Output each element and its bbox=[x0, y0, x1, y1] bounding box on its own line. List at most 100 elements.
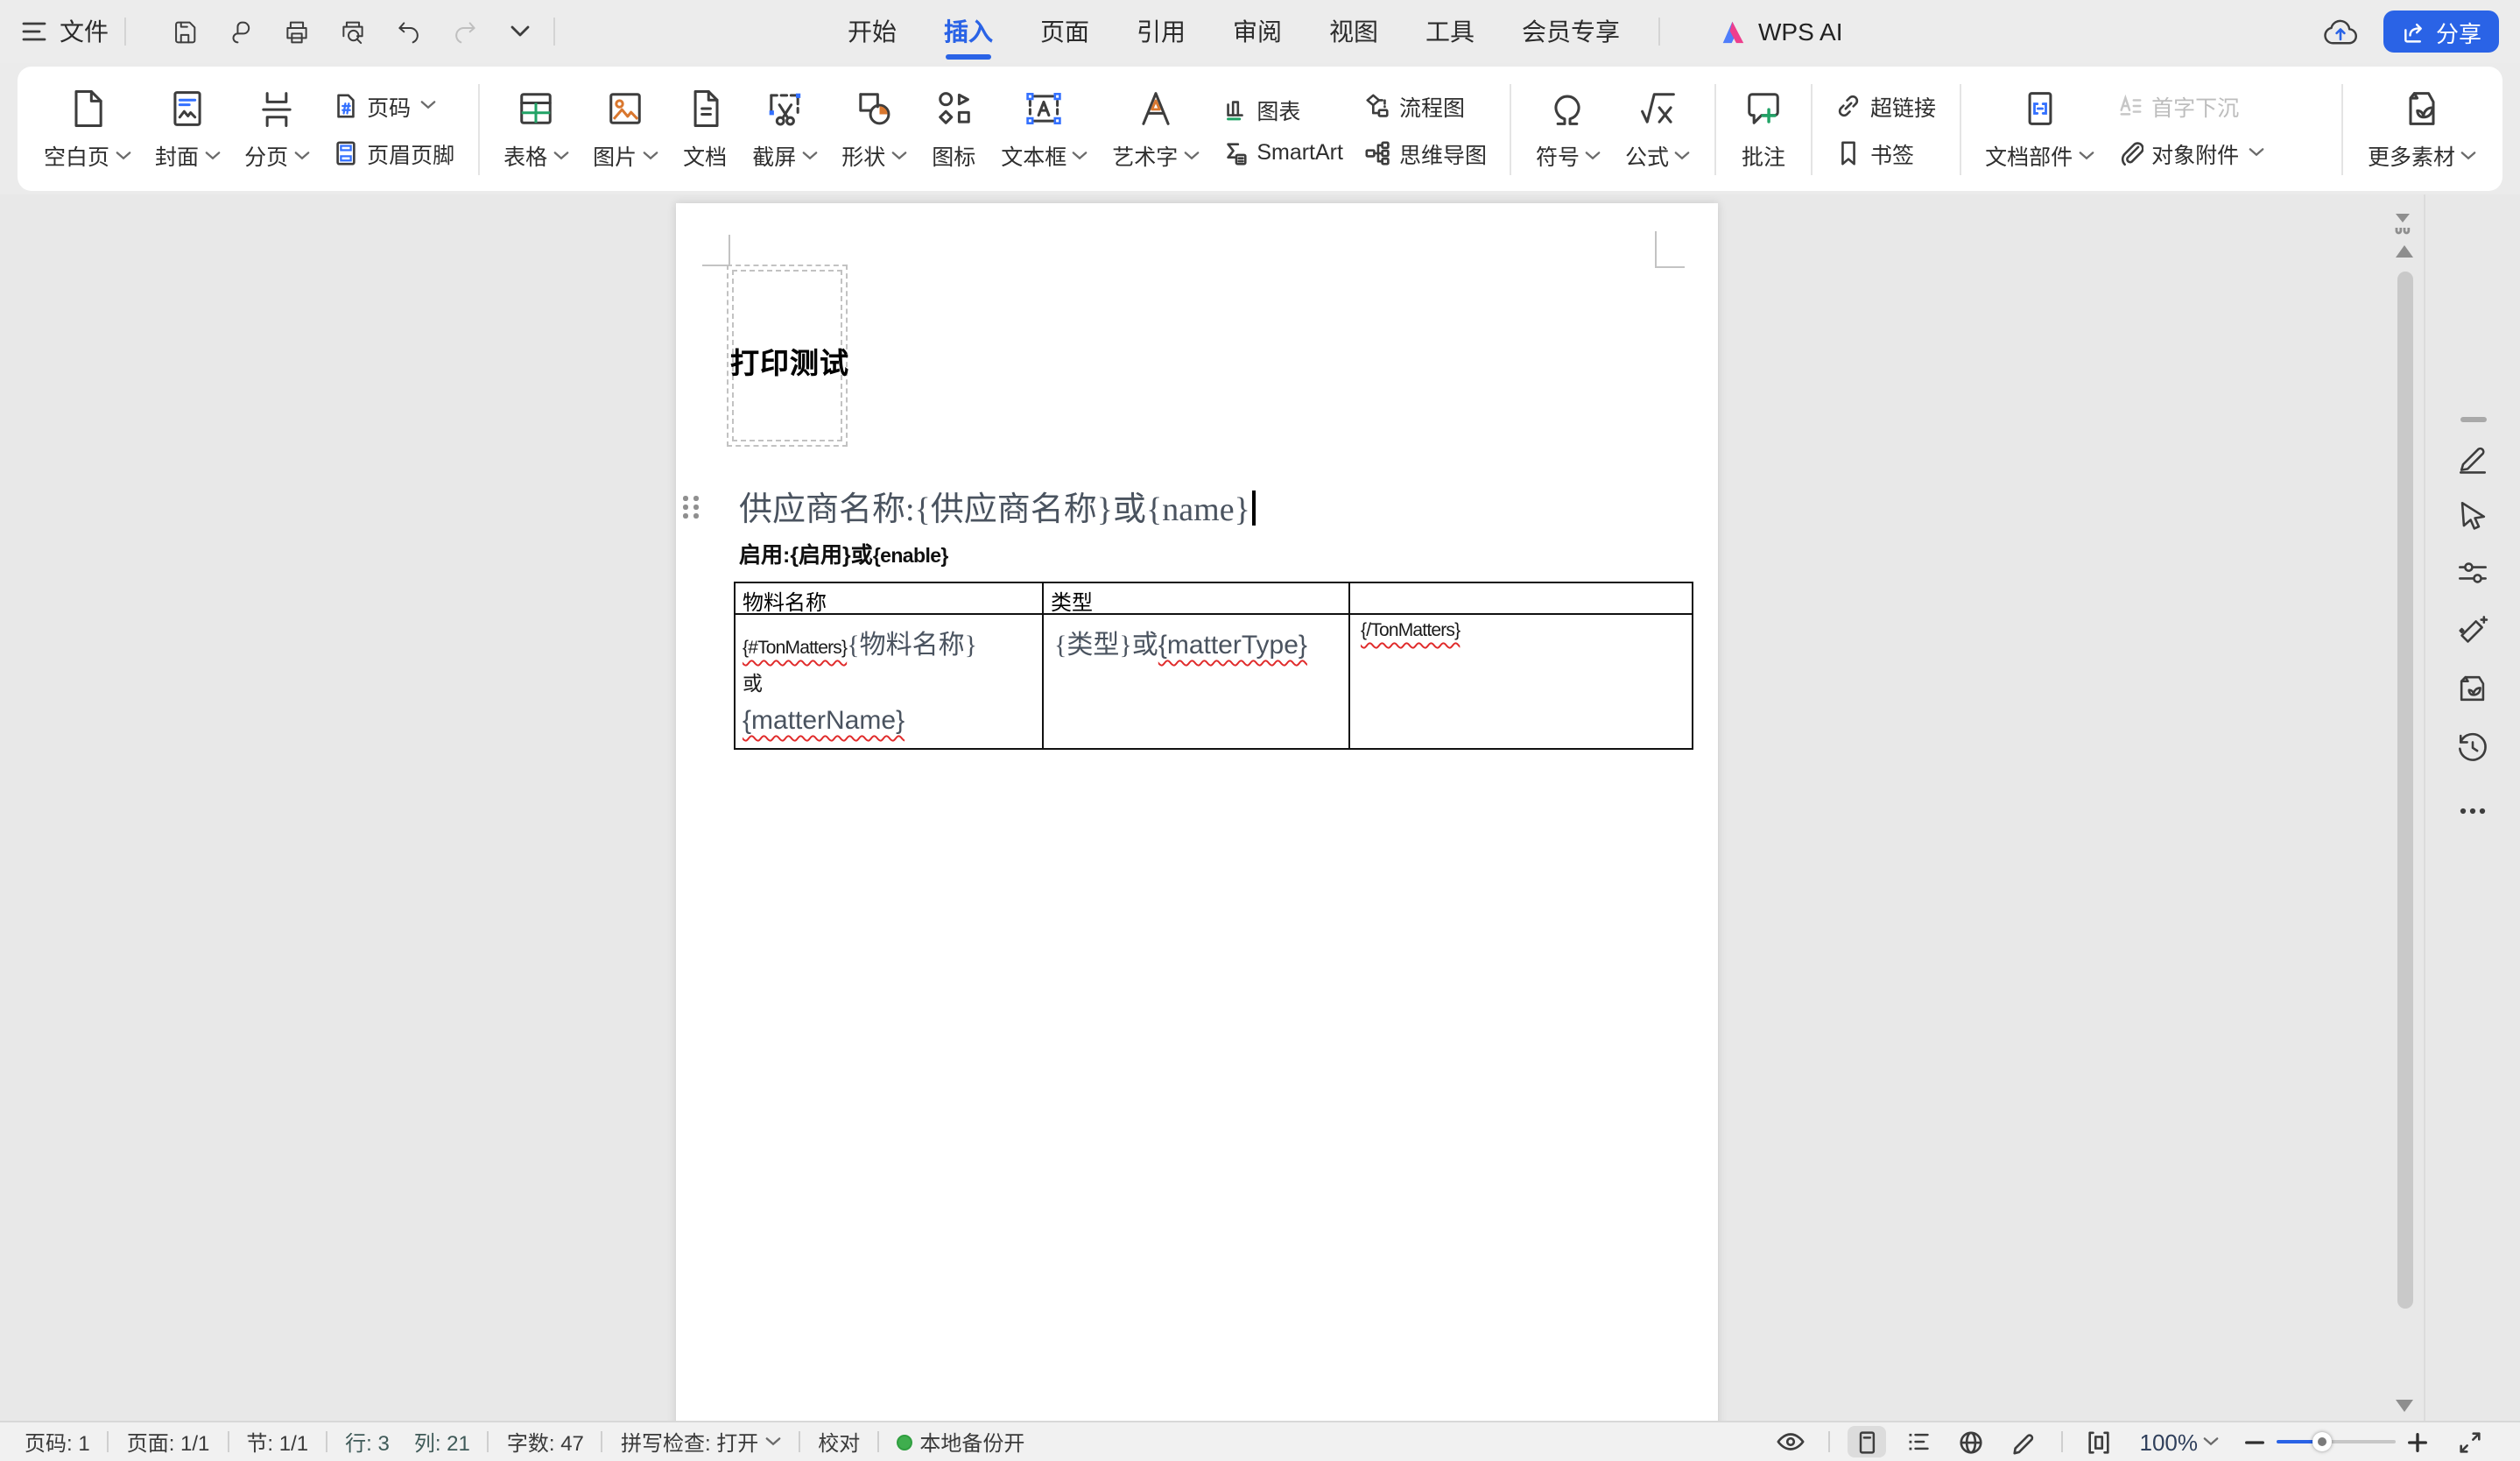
tab-review[interactable]: 审阅 bbox=[1233, 0, 1282, 63]
settings-sliders-button[interactable] bbox=[2450, 550, 2495, 596]
undo-button[interactable] bbox=[391, 14, 426, 49]
text-cursor bbox=[1252, 491, 1255, 526]
fullscreen-button[interactable] bbox=[2450, 1426, 2488, 1457]
scroll-down-arrow[interactable] bbox=[2396, 1400, 2413, 1412]
hyperlink-button[interactable]: 超链接 bbox=[1835, 88, 1936, 122]
icon-library-button[interactable]: 图标 bbox=[919, 74, 989, 183]
view-options-button[interactable] bbox=[1772, 1426, 1811, 1457]
attachment-button[interactable]: 对象附件 bbox=[2116, 136, 2263, 169]
more-commands-button[interactable] bbox=[503, 14, 538, 49]
drop-cap-button: 首字下沉 bbox=[2116, 88, 2263, 122]
doc-line-enable[interactable]: 启用:{启用}或{enable} bbox=[739, 536, 948, 569]
cloud-upload-icon[interactable] bbox=[2322, 17, 2359, 46]
textbox-button[interactable]: 文本框 bbox=[989, 74, 1100, 183]
zoom-out-icon[interactable] bbox=[2243, 1430, 2266, 1453]
status-line-column[interactable]: 行: 3列: 21 bbox=[345, 1427, 470, 1457]
zoom-dropdown-icon[interactable] bbox=[2203, 1436, 2219, 1447]
page-break-button[interactable]: 分页 bbox=[232, 74, 321, 183]
page-number-button[interactable]: 页码 bbox=[332, 88, 454, 122]
doc-table[interactable]: 物料名称 类型 {#TonMatters}{物料名称} 或 {matterNam… bbox=[734, 582, 1693, 750]
status-proofread[interactable]: 校对 bbox=[818, 1427, 860, 1457]
redo-button[interactable] bbox=[447, 14, 482, 49]
undo-icon bbox=[393, 17, 423, 46]
web-view-button[interactable] bbox=[1953, 1426, 1991, 1457]
drop-cap-icon bbox=[2116, 92, 2143, 118]
mindmap-button[interactable]: 思维导图 bbox=[1364, 136, 1487, 169]
table-button[interactable]: 表格 bbox=[491, 74, 581, 183]
cover-button[interactable]: 封面 bbox=[143, 74, 232, 183]
formula-button[interactable]: 公式 bbox=[1613, 74, 1702, 183]
title-textbox-text[interactable]: 打印测试 bbox=[730, 340, 849, 382]
chart-button[interactable]: 图表 bbox=[1221, 92, 1343, 125]
status-spellcheck[interactable]: 拼写检查: 打开 bbox=[621, 1427, 781, 1457]
edit-pen-button[interactable] bbox=[2450, 434, 2495, 480]
table-cell-matter-type[interactable]: {类型}或{matterType} bbox=[1044, 615, 1350, 748]
comment-button[interactable]: 批注 bbox=[1728, 74, 1798, 183]
table-header-cell[interactable]: 物料名称 bbox=[736, 583, 1044, 615]
print-button[interactable] bbox=[278, 14, 313, 49]
status-word-count[interactable]: 字数: 47 bbox=[507, 1427, 584, 1457]
table-cell-closing-tag[interactable]: {/TonMatters} bbox=[1350, 615, 1692, 748]
print-preview-button[interactable] bbox=[334, 14, 370, 49]
chart-smartart-group: 图表 SmartArt bbox=[1211, 74, 1354, 183]
table-header-cell[interactable] bbox=[1350, 583, 1692, 615]
status-section[interactable]: 节: 1/1 bbox=[246, 1427, 308, 1457]
doc-line-supplier[interactable]: 供应商名称:{供应商名称}或{name} bbox=[739, 483, 1255, 531]
blank-page-button[interactable]: 空白页 bbox=[32, 74, 143, 183]
scrollbar-top-button[interactable] bbox=[2385, 207, 2420, 242]
more-button[interactable] bbox=[2450, 788, 2495, 834]
web-view-icon bbox=[1959, 1429, 1985, 1455]
pen-mode-button[interactable] bbox=[2005, 1426, 2044, 1457]
document-button[interactable]: 文档 bbox=[670, 74, 740, 183]
more-commands-icon bbox=[510, 25, 531, 39]
scrollbar-thumb[interactable] bbox=[2397, 272, 2413, 1309]
outline-view-button[interactable] bbox=[1900, 1426, 1939, 1457]
header-footer-button[interactable]: 页眉页脚 bbox=[332, 136, 454, 169]
page-view-button[interactable] bbox=[1848, 1426, 1886, 1457]
tab-references[interactable]: 引用 bbox=[1137, 0, 1186, 63]
save-button[interactable] bbox=[166, 14, 201, 49]
zoom-slider-knob[interactable] bbox=[2312, 1432, 2332, 1451]
document-page[interactable]: 打印测试 供应商名称:{供应商名称}或{name} 启用:{启用}或{enabl… bbox=[676, 203, 1718, 1421]
table-cell-matter-name[interactable]: {#TonMatters}{物料名称} 或 {matterName} bbox=[736, 615, 1044, 748]
flowchart-button[interactable]: 流程图 bbox=[1364, 88, 1487, 122]
table-header-cell[interactable]: 类型 bbox=[1044, 583, 1350, 615]
status-page[interactable]: 页面: 1/1 bbox=[127, 1427, 210, 1457]
title-textbox[interactable]: 打印测试 bbox=[727, 265, 848, 447]
picture-button[interactable]: 图片 bbox=[581, 74, 670, 183]
paragraph-drag-handle[interactable] bbox=[683, 496, 700, 519]
tab-page[interactable]: 页面 bbox=[1040, 0, 1089, 63]
export-pdf-button[interactable] bbox=[222, 14, 257, 49]
scroll-up-arrow[interactable] bbox=[2396, 245, 2413, 258]
resources-button[interactable] bbox=[2450, 666, 2495, 711]
file-menu[interactable]: 文件 bbox=[21, 14, 109, 49]
tab-home[interactable]: 开始 bbox=[848, 0, 897, 63]
status-page-number[interactable]: 页码: 1 bbox=[25, 1427, 90, 1457]
zoom-level[interactable]: 100% bbox=[2140, 1429, 2199, 1455]
status-local-backup[interactable]: 本地备份开 bbox=[897, 1427, 1024, 1457]
rail-collapse-handle[interactable] bbox=[2460, 417, 2486, 422]
more-materials-button[interactable]: 更多素材 bbox=[2355, 74, 2488, 183]
share-button[interactable]: 分享 bbox=[2383, 11, 2499, 53]
wps-ai-button[interactable]: WPS AI bbox=[1718, 18, 1842, 46]
magic-wand-button[interactable] bbox=[2450, 608, 2495, 653]
screenshot-button[interactable]: 截屏 bbox=[740, 74, 829, 183]
shapes-button[interactable]: 形状 bbox=[829, 74, 919, 183]
eye-icon bbox=[1777, 1429, 1806, 1454]
bookmark-button[interactable]: 书签 bbox=[1835, 136, 1936, 169]
symbol-button[interactable]: 符号 bbox=[1524, 74, 1613, 183]
chevron-down-icon bbox=[1072, 150, 1088, 160]
tab-membership[interactable]: 会员专享 bbox=[1522, 0, 1620, 63]
fit-page-button[interactable] bbox=[2080, 1426, 2119, 1457]
zoom-slider[interactable] bbox=[2277, 1439, 2396, 1443]
zoom-in-icon[interactable] bbox=[2406, 1430, 2429, 1453]
tab-tools[interactable]: 工具 bbox=[1425, 0, 1475, 63]
history-button[interactable] bbox=[2450, 723, 2495, 769]
cursor-select-button[interactable] bbox=[2450, 492, 2495, 538]
tab-insert[interactable]: 插入 bbox=[944, 0, 993, 63]
tab-view[interactable]: 视图 bbox=[1329, 0, 1378, 63]
smartart-button[interactable]: SmartArt bbox=[1221, 139, 1343, 166]
wordart-button[interactable]: 艺术字 bbox=[1100, 74, 1211, 183]
doc-parts-button[interactable]: 文档部件 bbox=[1973, 74, 2106, 183]
share-icon bbox=[2401, 20, 2425, 43]
